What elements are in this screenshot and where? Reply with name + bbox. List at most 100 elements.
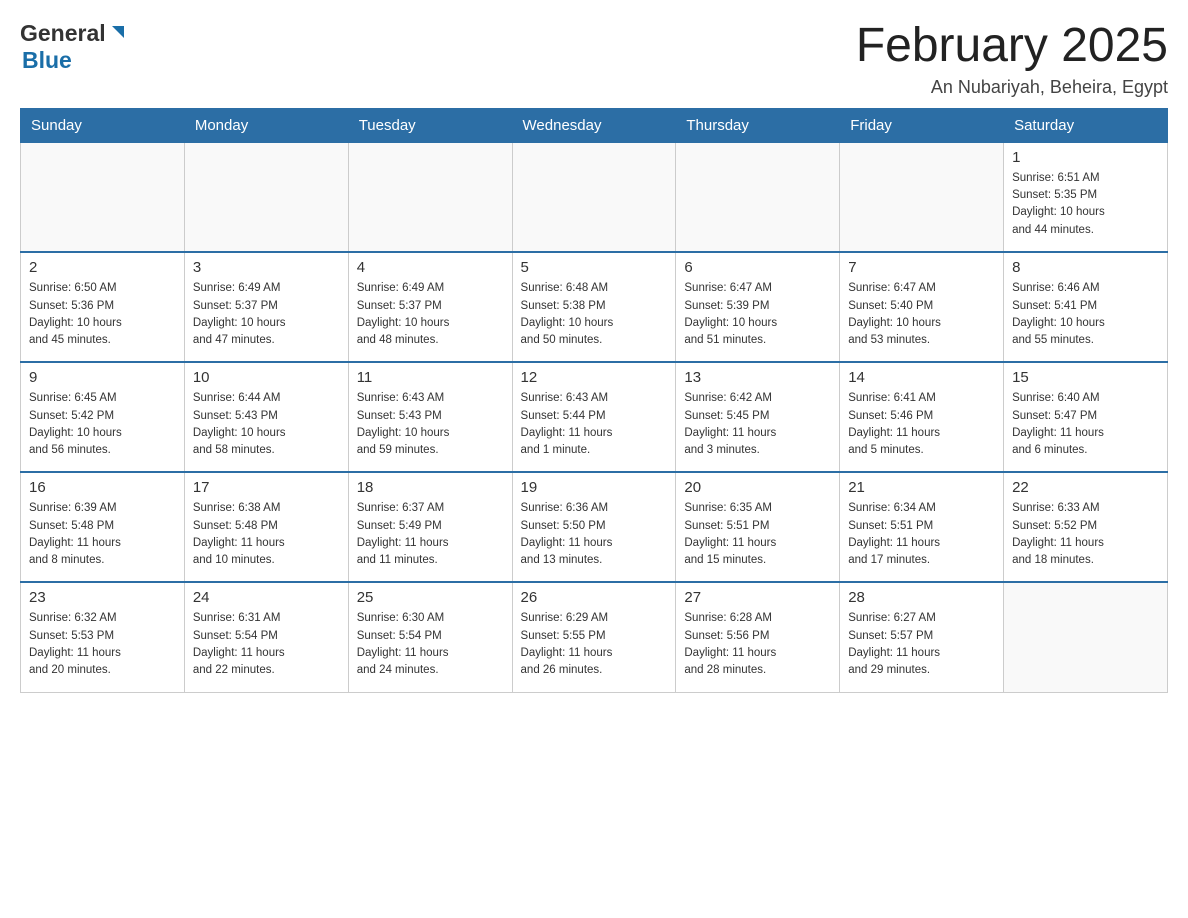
calendar-day-cell (184, 142, 348, 252)
logo-blue-text: Blue (22, 47, 72, 73)
calendar-day-cell: 9Sunrise: 6:45 AM Sunset: 5:42 PM Daylig… (21, 362, 185, 472)
location-text: An Nubariyah, Beheira, Egypt (856, 77, 1168, 98)
logo: General Blue (20, 20, 128, 74)
day-number: 27 (684, 589, 831, 606)
day-number: 25 (357, 589, 504, 606)
calendar-day-cell: 27 Sunrise: 6:28 AM Sunset: 5:56 PM Dayli… (676, 582, 840, 692)
day-number: 9 (29, 369, 176, 386)
day-number: 10 (193, 369, 340, 386)
day-info: Sunrise: 6:27 AM Sunset: 5:57 PM Dayligh… (848, 610, 995, 679)
logo-general-text: General (20, 20, 106, 47)
day-info: Sunrise: 6:36 AM Sunset: 5:50 PM Dayligh… (521, 500, 668, 569)
day-number: 7 (848, 259, 995, 276)
calendar-day-cell: 8Sunrise: 6:46 AM Sunset: 5:41 PM Daylig… (1004, 252, 1168, 362)
calendar-day-cell: 25 Sunrise: 6:30 AM Sunset: 5:54 PM Dayli… (348, 582, 512, 692)
month-title: February 2025 (856, 20, 1168, 73)
day-number: 26 (521, 589, 668, 606)
day-number: 15 (1012, 369, 1159, 386)
day-number: 5 (521, 259, 668, 276)
day-number: 2 (29, 259, 176, 276)
col-header-wednesday: Wednesday (512, 108, 676, 142)
calendar-table: SundayMondayTuesdayWednesdayThursdayFrid… (20, 108, 1168, 693)
calendar-day-cell: 4 Sunrise: 6:49 AM Sunset: 5:37 PM Daylig… (348, 252, 512, 362)
calendar-day-cell: 24 Sunrise: 6:31 AM Sunset: 5:54 PM Dayli… (184, 582, 348, 692)
calendar-day-cell: 10 Sunrise: 6:44 AM Sunset: 5:43 PM Dayli… (184, 362, 348, 472)
col-header-sunday: Sunday (21, 108, 185, 142)
day-number: 19 (521, 479, 668, 496)
calendar-day-cell: 11 Sunrise: 6:43 AM Sunset: 5:43 PM Dayli… (348, 362, 512, 472)
day-info: Sunrise: 6:46 AM Sunset: 5:41 PM Dayligh… (1012, 280, 1159, 349)
day-info: Sunrise: 6:37 AM Sunset: 5:49 PM Dayligh… (357, 500, 504, 569)
calendar-day-cell: 2 Sunrise: 6:50 AM Sunset: 5:36 PM Daylig… (21, 252, 185, 362)
day-info: Sunrise: 6:28 AM Sunset: 5:56 PM Dayligh… (684, 610, 831, 679)
calendar-day-cell (676, 142, 840, 252)
day-number: 11 (357, 369, 504, 386)
day-info: Sunrise: 6:35 AM Sunset: 5:51 PM Dayligh… (684, 500, 831, 569)
calendar-day-cell (512, 142, 676, 252)
col-header-saturday: Saturday (1004, 108, 1168, 142)
day-number: 20 (684, 479, 831, 496)
calendar-week-row: 1 Sunrise: 6:51 AM Sunset: 5:35 PM Daylig… (21, 142, 1168, 252)
day-info: Sunrise: 6:32 AM Sunset: 5:53 PM Dayligh… (29, 610, 176, 679)
calendar-day-cell: 20 Sunrise: 6:35 AM Sunset: 5:51 PM Dayli… (676, 472, 840, 582)
calendar-day-cell: 12 Sunrise: 6:43 AM Sunset: 5:44 PM Dayli… (512, 362, 676, 472)
day-info: Sunrise: 6:47 AM Sunset: 5:40 PM Dayligh… (848, 280, 995, 349)
col-header-monday: Monday (184, 108, 348, 142)
day-info: Sunrise: 6:39 AM Sunset: 5:48 PM Dayligh… (29, 500, 176, 569)
day-info: Sunrise: 6:44 AM Sunset: 5:43 PM Dayligh… (193, 390, 340, 459)
day-number: 22 (1012, 479, 1159, 496)
day-info: Sunrise: 6:47 AM Sunset: 5:39 PM Dayligh… (684, 280, 831, 349)
logo-triangle-icon (108, 22, 128, 47)
calendar-week-row: 23 Sunrise: 6:32 AM Sunset: 5:53 PM Dayli… (21, 582, 1168, 692)
calendar-day-cell: 26 Sunrise: 6:29 AM Sunset: 5:55 PM Dayli… (512, 582, 676, 692)
day-number: 17 (193, 479, 340, 496)
day-info: Sunrise: 6:43 AM Sunset: 5:43 PM Dayligh… (357, 390, 504, 459)
day-number: 23 (29, 589, 176, 606)
calendar-day-cell (348, 142, 512, 252)
day-info: Sunrise: 6:30 AM Sunset: 5:54 PM Dayligh… (357, 610, 504, 679)
day-info: Sunrise: 6:33 AM Sunset: 5:52 PM Dayligh… (1012, 500, 1159, 569)
day-info: Sunrise: 6:51 AM Sunset: 5:35 PM Dayligh… (1012, 170, 1159, 239)
day-number: 18 (357, 479, 504, 496)
calendar-day-cell: 15Sunrise: 6:40 AM Sunset: 5:47 PM Dayli… (1004, 362, 1168, 472)
day-info: Sunrise: 6:49 AM Sunset: 5:37 PM Dayligh… (357, 280, 504, 349)
day-info: Sunrise: 6:34 AM Sunset: 5:51 PM Dayligh… (848, 500, 995, 569)
title-block: February 2025 An Nubariyah, Beheira, Egy… (856, 20, 1168, 98)
calendar-week-row: 2 Sunrise: 6:50 AM Sunset: 5:36 PM Daylig… (21, 252, 1168, 362)
col-header-tuesday: Tuesday (348, 108, 512, 142)
day-info: Sunrise: 6:49 AM Sunset: 5:37 PM Dayligh… (193, 280, 340, 349)
day-info: Sunrise: 6:29 AM Sunset: 5:55 PM Dayligh… (521, 610, 668, 679)
calendar-day-cell: 3 Sunrise: 6:49 AM Sunset: 5:37 PM Daylig… (184, 252, 348, 362)
day-info: Sunrise: 6:43 AM Sunset: 5:44 PM Dayligh… (521, 390, 668, 459)
day-number: 1 (1012, 149, 1159, 166)
day-info: Sunrise: 6:42 AM Sunset: 5:45 PM Dayligh… (684, 390, 831, 459)
calendar-day-cell: 13 Sunrise: 6:42 AM Sunset: 5:45 PM Dayli… (676, 362, 840, 472)
calendar-day-cell: 19 Sunrise: 6:36 AM Sunset: 5:50 PM Dayli… (512, 472, 676, 582)
calendar-week-row: 16 Sunrise: 6:39 AM Sunset: 5:48 PM Dayli… (21, 472, 1168, 582)
calendar-day-cell (1004, 582, 1168, 692)
day-info: Sunrise: 6:50 AM Sunset: 5:36 PM Dayligh… (29, 280, 176, 349)
day-number: 24 (193, 589, 340, 606)
calendar-week-row: 9Sunrise: 6:45 AM Sunset: 5:42 PM Daylig… (21, 362, 1168, 472)
day-info: Sunrise: 6:31 AM Sunset: 5:54 PM Dayligh… (193, 610, 340, 679)
calendar-day-cell: 5Sunrise: 6:48 AM Sunset: 5:38 PM Daylig… (512, 252, 676, 362)
calendar-day-cell: 28 Sunrise: 6:27 AM Sunset: 5:57 PM Dayli… (840, 582, 1004, 692)
day-number: 16 (29, 479, 176, 496)
day-number: 28 (848, 589, 995, 606)
day-number: 12 (521, 369, 668, 386)
calendar-day-cell: 7 Sunrise: 6:47 AM Sunset: 5:40 PM Daylig… (840, 252, 1004, 362)
day-number: 13 (684, 369, 831, 386)
calendar-day-cell: 1 Sunrise: 6:51 AM Sunset: 5:35 PM Daylig… (1004, 142, 1168, 252)
day-number: 4 (357, 259, 504, 276)
calendar-day-cell: 18 Sunrise: 6:37 AM Sunset: 5:49 PM Dayli… (348, 472, 512, 582)
calendar-day-cell: 22 Sunrise: 6:33 AM Sunset: 5:52 PM Dayli… (1004, 472, 1168, 582)
calendar-day-cell: 23 Sunrise: 6:32 AM Sunset: 5:53 PM Dayli… (21, 582, 185, 692)
col-header-thursday: Thursday (676, 108, 840, 142)
day-number: 3 (193, 259, 340, 276)
calendar-day-cell: 21Sunrise: 6:34 AM Sunset: 5:51 PM Dayli… (840, 472, 1004, 582)
calendar-header-row: SundayMondayTuesdayWednesdayThursdayFrid… (21, 108, 1168, 142)
page-header: General Blue February 2025 An Nubariyah,… (20, 20, 1168, 98)
day-number: 14 (848, 369, 995, 386)
calendar-day-cell (840, 142, 1004, 252)
calendar-day-cell: 6Sunrise: 6:47 AM Sunset: 5:39 PM Daylig… (676, 252, 840, 362)
